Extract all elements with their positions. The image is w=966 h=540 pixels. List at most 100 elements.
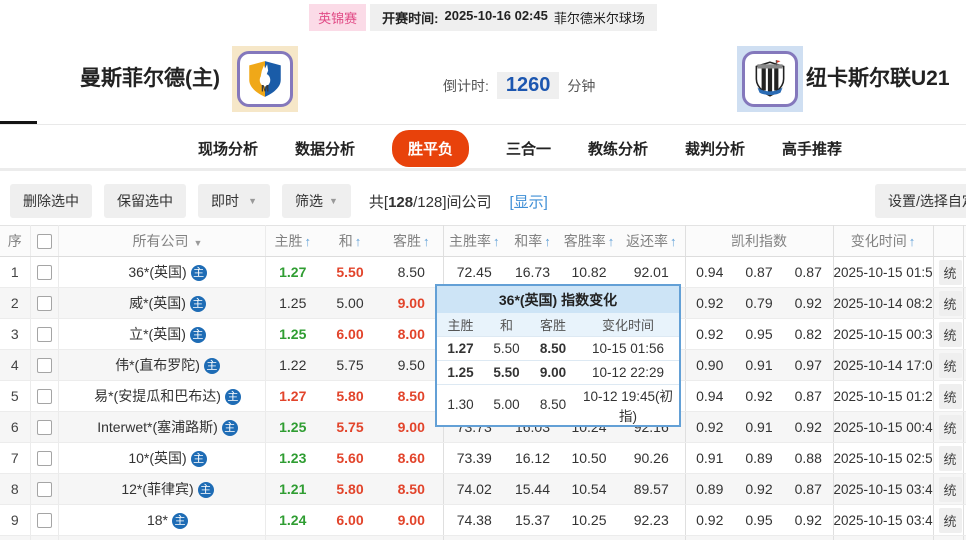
stats-button[interactable]: 统 xyxy=(938,259,962,285)
settings-button[interactable]: 设置/选择自定义 xyxy=(875,184,966,218)
header-away-rate[interactable]: 客胜率 ↑ xyxy=(560,225,618,257)
odds-value[interactable]: 9.00 xyxy=(380,287,444,319)
odds-value[interactable]: 9.00 xyxy=(380,504,444,536)
header-home-odds[interactable]: 主胜 ↑ xyxy=(265,225,320,257)
popup-change-time: 10-12 22:29 xyxy=(577,359,679,384)
odds-value[interactable]: 5.80 xyxy=(320,380,380,412)
sort-up-icon: ↑ xyxy=(607,234,615,249)
change-time: 2025-10-14 17:03 xyxy=(833,349,934,381)
row-checkbox[interactable] xyxy=(36,296,52,312)
company-name[interactable]: 易*(安提瓜和巴布达) 主 xyxy=(58,380,266,412)
odds-value[interactable]: 1.27 xyxy=(265,380,320,412)
company-name[interactable]: 立*(英国) 主 xyxy=(58,318,266,350)
company-name[interactable]: Interwet*(塞浦路斯) 主 xyxy=(58,411,266,443)
row-checkbox[interactable] xyxy=(36,513,52,529)
company-name[interactable]: 18* 主 xyxy=(58,504,266,536)
odds-value[interactable]: 5.75 xyxy=(320,411,380,443)
kelly-value: 0.91 xyxy=(734,411,784,443)
company-name[interactable]: 12*(菲律宾) 主 xyxy=(58,473,266,505)
stats-button[interactable]: 统 xyxy=(938,352,962,378)
header-away-odds[interactable]: 客胜 ↑ xyxy=(380,225,444,257)
odds-value[interactable]: 5.80 xyxy=(320,473,380,505)
tab-2[interactable]: 数据分析 xyxy=(295,138,355,159)
row-checkbox[interactable] xyxy=(36,358,52,374)
home-badge-icon: 主 xyxy=(224,389,241,405)
kelly-value: 0.82 xyxy=(784,318,834,350)
home-team-name: 曼斯菲尔德(主) xyxy=(80,67,220,90)
header-draw-rate[interactable]: 和率 ↑ xyxy=(505,225,560,257)
odds-mode-dropdown[interactable]: 即时 ▼ xyxy=(198,184,270,218)
row-checkbox[interactable] xyxy=(36,420,52,436)
stats-button[interactable]: 统 xyxy=(938,445,962,471)
company-name[interactable]: 伟*(直布罗陀) 主 xyxy=(58,349,266,381)
odds-value[interactable]: 1.25 xyxy=(265,318,320,350)
odds-value[interactable]: 1.24 xyxy=(265,504,320,536)
row-checkbox[interactable] xyxy=(36,482,52,498)
row-index: 4 xyxy=(0,349,31,381)
keep-selected-button[interactable]: 保留选中 xyxy=(104,184,186,218)
header-draw-odds[interactable]: 和 ↑ xyxy=(320,225,380,257)
change-time: 2025-10-15 00:36 xyxy=(833,318,934,350)
show-link[interactable]: [显示] xyxy=(510,191,548,212)
home-badge-icon: 主 xyxy=(221,420,238,436)
stats-button[interactable]: 统 xyxy=(938,321,962,347)
kelly-value: 0.89 xyxy=(685,473,734,505)
stats-button[interactable]: 统 xyxy=(938,476,962,502)
tab-5[interactable]: 教练分析 xyxy=(588,138,648,159)
tab-7[interactable]: 高手推荐 xyxy=(782,138,842,159)
stats-button[interactable]: 统 xyxy=(938,383,962,409)
header-home-rate[interactable]: 主胜率 ↑ xyxy=(443,225,505,257)
odds-value[interactable]: 5.75 xyxy=(320,349,380,381)
svg-text:M: M xyxy=(261,84,269,95)
odds-value[interactable]: 1.25 xyxy=(265,411,320,443)
tab-4[interactable]: 三合一 xyxy=(506,138,551,159)
select-all-checkbox[interactable] xyxy=(36,234,52,250)
header-return-rate[interactable]: 返还率 ↑ xyxy=(618,225,686,257)
odds-value[interactable]: 1.25 xyxy=(265,287,320,319)
stats-button[interactable]: 统 xyxy=(938,414,962,440)
tab-6[interactable]: 裁判分析 xyxy=(685,138,745,159)
odds-value[interactable]: 9.00 xyxy=(380,411,444,443)
company-name[interactable]: 10*(英国) 主 xyxy=(58,442,266,474)
rate-value: 92.23 xyxy=(618,504,686,536)
tab-3[interactable]: 胜平负 xyxy=(391,129,469,167)
odds-value[interactable]: 5.00 xyxy=(320,287,380,319)
odds-value[interactable]: 1.21 xyxy=(265,473,320,505)
row-checkbox[interactable] xyxy=(36,389,52,405)
odds-value[interactable]: 8.50 xyxy=(380,380,444,412)
popup-header-home: 主胜 xyxy=(437,313,484,336)
odds-value[interactable]: 5.60 xyxy=(320,442,380,474)
row-checkbox[interactable] xyxy=(36,451,52,467)
odds-value[interactable]: 1.23 xyxy=(265,442,320,474)
row-index: 3 xyxy=(0,318,31,350)
kelly-value: 0.90 xyxy=(685,349,734,381)
rate-value: 74.38 xyxy=(443,504,505,536)
kelly-value: 0.79 xyxy=(734,287,784,319)
odds-value[interactable]: 5.50 xyxy=(320,256,380,288)
change-time: 2025-10-15 01:27 xyxy=(833,380,934,412)
company-name[interactable]: 36*(英国) 主 xyxy=(58,256,266,288)
header-change-time[interactable]: 变化时间 ↑ xyxy=(833,225,934,257)
odds-value[interactable]: 8.50 xyxy=(380,473,444,505)
kelly-value: 0.92 xyxy=(784,287,834,319)
odds-value[interactable]: 1.27 xyxy=(265,256,320,288)
row-checkbox[interactable] xyxy=(36,327,52,343)
odds-value[interactable]: 6.00 xyxy=(320,504,380,536)
header-company[interactable]: 所有公司 ▼ xyxy=(58,225,266,257)
stats-button[interactable]: 统 xyxy=(938,507,962,533)
stats-button[interactable]: 统 xyxy=(938,290,962,316)
row-checkbox[interactable] xyxy=(36,265,52,281)
odds-value[interactable]: 1.22 xyxy=(265,349,320,381)
odds-value[interactable]: 6.00 xyxy=(320,318,380,350)
stat-cell: 统 xyxy=(933,380,964,412)
odds-value[interactable]: 8.50 xyxy=(380,256,444,288)
tab-1[interactable]: 现场分析 xyxy=(198,138,258,159)
odds-value[interactable]: 8.60 xyxy=(380,442,444,474)
odds-value[interactable]: 8.00 xyxy=(380,318,444,350)
odds-value[interactable]: 9.50 xyxy=(380,349,444,381)
popup-odds-value: 1.27 xyxy=(437,335,484,360)
company-name[interactable]: 威*(英国) 主 xyxy=(58,287,266,319)
delete-selected-button[interactable]: 删除选中 xyxy=(10,184,92,218)
row-checkbox-cell xyxy=(30,256,59,288)
filter-dropdown[interactable]: 筛选 ▼ xyxy=(282,184,351,218)
